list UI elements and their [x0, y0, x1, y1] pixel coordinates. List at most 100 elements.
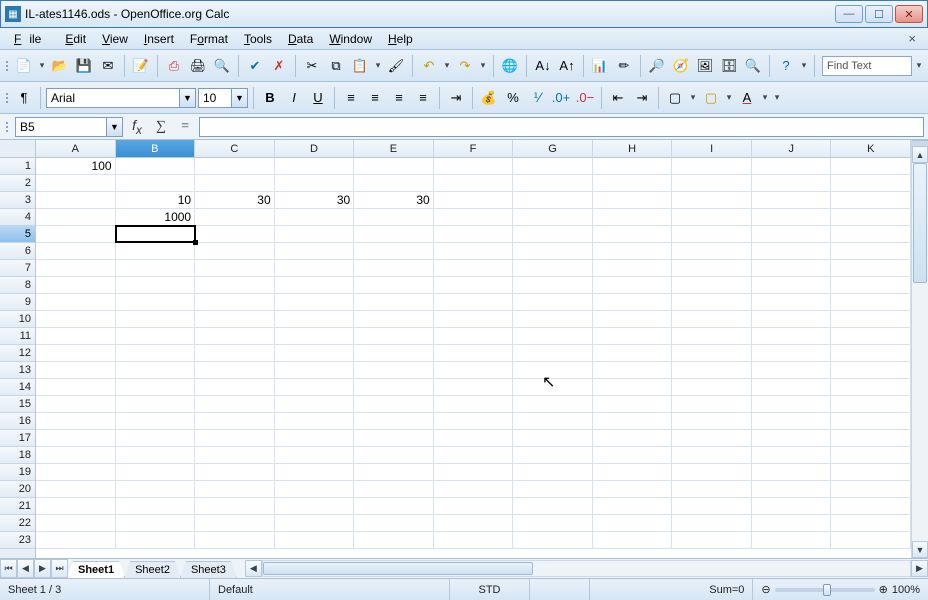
- scroll-up-button[interactable]: ▲: [912, 146, 928, 163]
- cell-D21[interactable]: [275, 498, 355, 515]
- cell-I7[interactable]: [672, 260, 752, 277]
- cell-H18[interactable]: [593, 447, 673, 464]
- cell-B6[interactable]: [116, 243, 196, 260]
- cell-C22[interactable]: [195, 515, 275, 532]
- cell-E13[interactable]: [354, 362, 434, 379]
- cell-E3[interactable]: 30: [354, 192, 434, 209]
- cell-C16[interactable]: [195, 413, 275, 430]
- cell-K11[interactable]: [831, 328, 911, 345]
- cell-H11[interactable]: [593, 328, 673, 345]
- cell-C9[interactable]: [195, 294, 275, 311]
- align-justify-button[interactable]: ≡: [412, 87, 434, 109]
- cell-K4[interactable]: [831, 209, 911, 226]
- cell-I17[interactable]: [672, 430, 752, 447]
- cell-B10[interactable]: [116, 311, 196, 328]
- scroll-left-button[interactable]: ◀: [245, 560, 262, 577]
- cell-D2[interactable]: [275, 175, 355, 192]
- row-header-11[interactable]: 11: [0, 328, 35, 345]
- cell-J18[interactable]: [752, 447, 832, 464]
- cell-H8[interactable]: [593, 277, 673, 294]
- cell-B1[interactable]: [116, 158, 196, 175]
- redo-dropdown[interactable]: ▾: [478, 60, 488, 71]
- cell-B15[interactable]: [116, 396, 196, 413]
- cell-G14[interactable]: [513, 379, 593, 396]
- cell-A19[interactable]: [36, 464, 116, 481]
- cell-C5[interactable]: [195, 226, 275, 243]
- new-doc-button[interactable]: 📄: [13, 55, 35, 77]
- cell-F5[interactable]: [434, 226, 514, 243]
- cell-B19[interactable]: [116, 464, 196, 481]
- cell-A17[interactable]: [36, 430, 116, 447]
- cell-C18[interactable]: [195, 447, 275, 464]
- cell-J21[interactable]: [752, 498, 832, 515]
- cell-K23[interactable]: [831, 532, 911, 549]
- cell-F6[interactable]: [434, 243, 514, 260]
- status-insert-mode[interactable]: STD: [450, 579, 530, 600]
- cell-G20[interactable]: [513, 481, 593, 498]
- select-all-corner[interactable]: [0, 140, 35, 158]
- cell-J12[interactable]: [752, 345, 832, 362]
- bold-button[interactable]: B: [259, 87, 281, 109]
- cell-B18[interactable]: [116, 447, 196, 464]
- del-decimal-button[interactable]: .0−: [574, 87, 596, 109]
- cell-I6[interactable]: [672, 243, 752, 260]
- cell-C15[interactable]: [195, 396, 275, 413]
- cell-F22[interactable]: [434, 515, 514, 532]
- col-header-D[interactable]: D: [275, 140, 355, 158]
- cell-J17[interactable]: [752, 430, 832, 447]
- scroll-down-button[interactable]: ▼: [912, 541, 928, 558]
- cell-G9[interactable]: [513, 294, 593, 311]
- cell-B3[interactable]: 10: [116, 192, 196, 209]
- cell-H10[interactable]: [593, 311, 673, 328]
- cell-C2[interactable]: [195, 175, 275, 192]
- row-header-17[interactable]: 17: [0, 430, 35, 447]
- cell-B22[interactable]: [116, 515, 196, 532]
- cell-E11[interactable]: [354, 328, 434, 345]
- cell-K5[interactable]: [831, 226, 911, 243]
- cell-G21[interactable]: [513, 498, 593, 515]
- cell-H4[interactable]: [593, 209, 673, 226]
- chevron-down-icon[interactable]: ▼: [231, 89, 247, 107]
- cell-G6[interactable]: [513, 243, 593, 260]
- cell-K3[interactable]: [831, 192, 911, 209]
- find-toolbar-input[interactable]: Find Text: [822, 56, 912, 76]
- cell-K18[interactable]: [831, 447, 911, 464]
- cell-A15[interactable]: [36, 396, 116, 413]
- cell-I2[interactable]: [672, 175, 752, 192]
- toolbar-grip[interactable]: [4, 55, 11, 77]
- menu-format[interactable]: Format: [182, 30, 236, 48]
- cell-C7[interactable]: [195, 260, 275, 277]
- cell-G3[interactable]: [513, 192, 593, 209]
- cell-K21[interactable]: [831, 498, 911, 515]
- cell-E18[interactable]: [354, 447, 434, 464]
- cell-C13[interactable]: [195, 362, 275, 379]
- italic-button[interactable]: I: [283, 87, 305, 109]
- cell-G5[interactable]: [513, 226, 593, 243]
- undo-button[interactable]: ↶: [418, 55, 440, 77]
- row-header-10[interactable]: 10: [0, 311, 35, 328]
- cell-K15[interactable]: [831, 396, 911, 413]
- font-size-combo[interactable]: 10▼: [198, 88, 248, 108]
- cell-J8[interactable]: [752, 277, 832, 294]
- maximize-button[interactable]: ☐: [865, 5, 893, 23]
- cell-D11[interactable]: [275, 328, 355, 345]
- col-header-B[interactable]: B: [116, 140, 196, 158]
- chevron-down-icon[interactable]: ▼: [106, 118, 122, 136]
- cell-grid[interactable]: 100103030301000: [36, 158, 911, 549]
- cell-E20[interactable]: [354, 481, 434, 498]
- close-button[interactable]: ✕: [895, 5, 923, 23]
- cell-F7[interactable]: [434, 260, 514, 277]
- cell-C10[interactable]: [195, 311, 275, 328]
- cell-B11[interactable]: [116, 328, 196, 345]
- cell-I4[interactable]: [672, 209, 752, 226]
- cell-I19[interactable]: [672, 464, 752, 481]
- decrease-indent-button[interactable]: ⇤: [607, 87, 629, 109]
- cell-K1[interactable]: [831, 158, 911, 175]
- save-button[interactable]: 💾: [73, 55, 95, 77]
- cell-F23[interactable]: [434, 532, 514, 549]
- cell-E5[interactable]: [354, 226, 434, 243]
- cell-H3[interactable]: [593, 192, 673, 209]
- cell-E19[interactable]: [354, 464, 434, 481]
- tab-last-button[interactable]: ⏭: [51, 559, 68, 578]
- sheet-tab-sheet3[interactable]: Sheet3: [180, 561, 237, 578]
